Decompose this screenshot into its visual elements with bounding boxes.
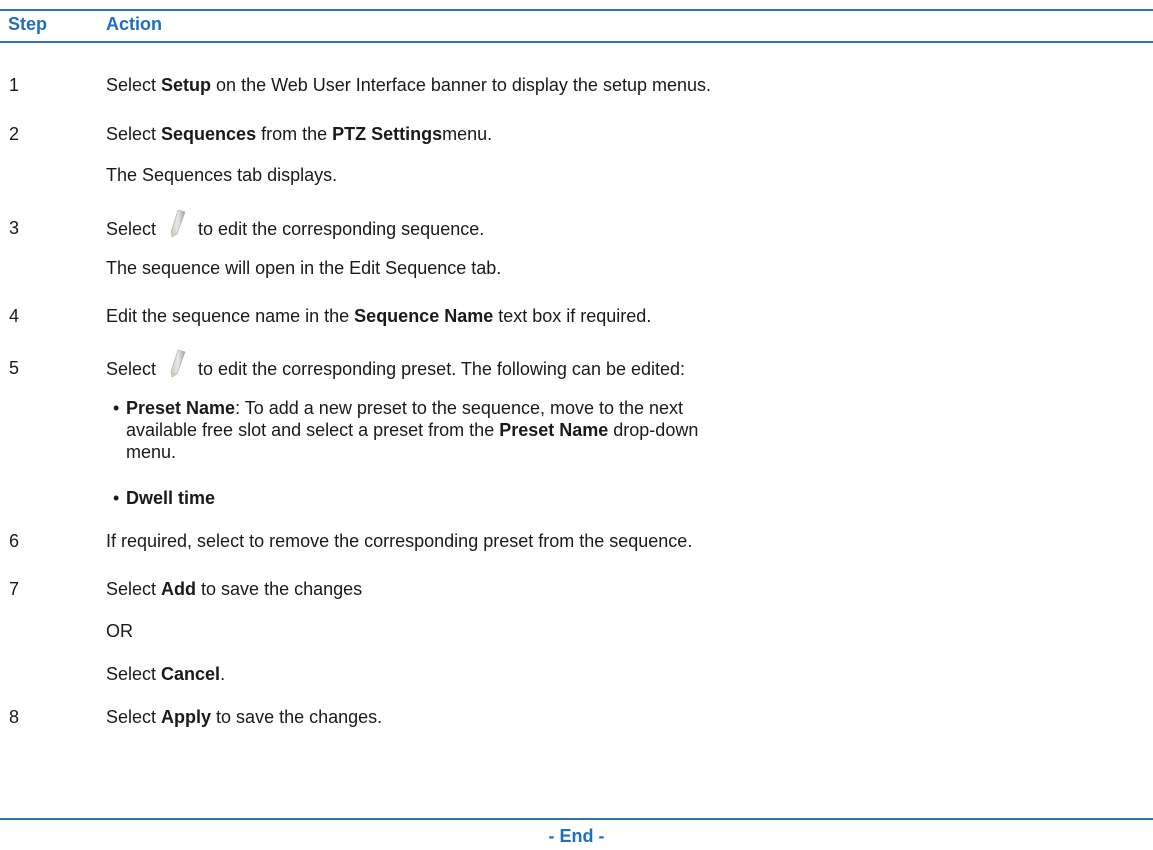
pencil-edit-icon xyxy=(168,349,186,384)
step-1-text: Select Setup on the Web User Interface b… xyxy=(106,75,712,95)
step-7-or: OR xyxy=(106,621,133,641)
step-number: 2 xyxy=(9,124,20,144)
bullet-dot: • xyxy=(113,488,120,508)
step-7-text: Select Add to save the changes xyxy=(106,579,363,599)
bullet-dot: • xyxy=(113,398,120,418)
pencil-edit-icon xyxy=(168,209,186,244)
step-number: 6 xyxy=(9,531,20,551)
step-7-cancel: Select Cancel. xyxy=(106,664,226,684)
header-rule xyxy=(0,41,1153,43)
step-2-text: Select Sequences from the PTZ Settingsme… xyxy=(106,124,493,144)
end-marker: - End - xyxy=(548,826,605,846)
bullet-dwell-time: Dwell time xyxy=(126,488,216,508)
step-number: 7 xyxy=(9,579,20,599)
bullet-preset-name: Preset Name: To add a new preset to the … xyxy=(126,398,699,462)
step-2-note: The Sequences tab displays. xyxy=(106,165,338,185)
step-3-note: The sequence will open in the Edit Seque… xyxy=(106,258,502,278)
bottom-rule xyxy=(0,818,1153,820)
step-8-text: Select Apply to save the changes. xyxy=(106,707,383,727)
step-3-text: Select to edit the corresponding sequence… xyxy=(106,209,484,244)
step-number: 8 xyxy=(9,707,20,727)
header-action: Action xyxy=(106,14,162,34)
step-number: 1 xyxy=(9,75,20,95)
step-number: 3 xyxy=(9,218,20,238)
step-5-text: Select to edit the corresponding preset. … xyxy=(106,349,685,384)
step-4-text: Edit the sequence name in the Sequence N… xyxy=(106,306,652,326)
top-rule xyxy=(0,9,1153,11)
step-number: 5 xyxy=(9,358,20,378)
step-number: 4 xyxy=(9,306,20,326)
step-6-text: If required, select to remove the corres… xyxy=(106,531,693,551)
header-step: Step xyxy=(8,14,48,34)
